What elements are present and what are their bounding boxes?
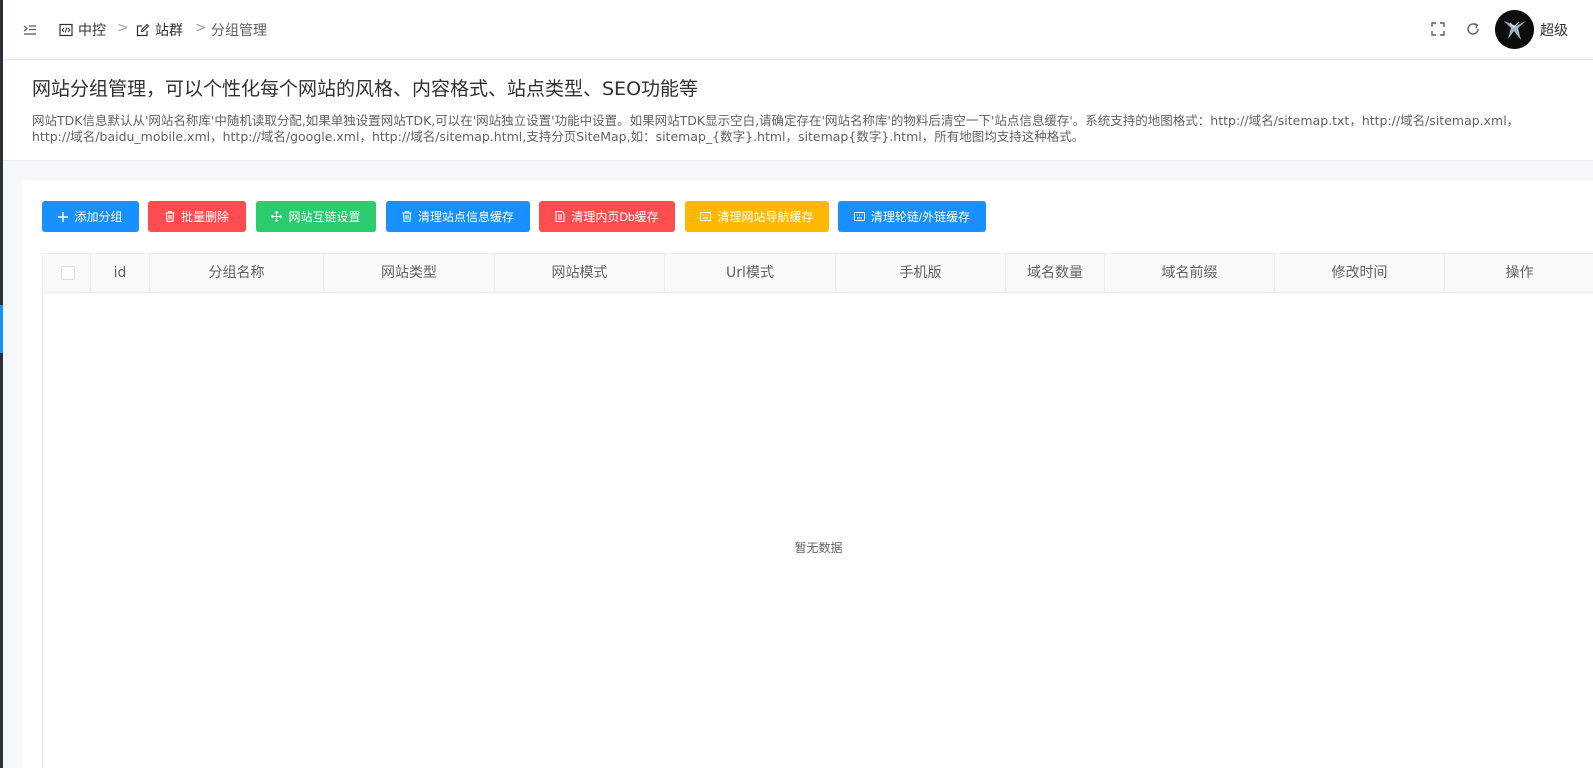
refresh-icon[interactable]: [1465, 21, 1481, 37]
fullscreen-icon[interactable]: [1430, 21, 1446, 37]
trash-icon: [165, 211, 175, 222]
empty-state-text: 暂无数据: [794, 541, 843, 555]
keyboard-icon: [700, 212, 712, 221]
clear-site-cache-button[interactable]: 清理站点信息缓存: [386, 201, 530, 232]
breadcrumb-item-current: 分组管理: [211, 20, 267, 40]
avatar-logo-icon: [1495, 10, 1534, 49]
column-header-mobile[interactable]: 手机版: [836, 254, 1006, 292]
breadcrumb-separator: >: [195, 20, 207, 36]
code-icon: [59, 23, 73, 37]
column-header-site-mode[interactable]: 网站模式: [495, 254, 665, 292]
column-header-group-name[interactable]: 分组名称: [150, 254, 324, 292]
add-group-button[interactable]: 添加分组: [42, 201, 139, 232]
edit-icon: [136, 23, 150, 37]
top-navbar: 中控 > 站群 > 分组管理 超级: [3, 0, 1593, 60]
breadcrumb-label: 分组管理: [211, 23, 267, 39]
column-header-domain-prefix[interactable]: 域名前缀: [1105, 254, 1275, 292]
button-label: 网站互链设置: [288, 210, 361, 224]
clear-link-cache-button[interactable]: 清理轮链/外链缓存: [838, 201, 986, 232]
breadcrumb-item-site-group[interactable]: 站群: [136, 20, 183, 40]
breadcrumb-item-control[interactable]: 中控: [59, 20, 106, 40]
site-links-settings-button[interactable]: 网站互链设置: [256, 201, 376, 232]
document-icon: [555, 211, 565, 222]
clear-db-cache-button[interactable]: 清理内页Db缓存: [539, 201, 675, 232]
batch-delete-button[interactable]: 批量删除: [148, 201, 246, 232]
button-label: 批量删除: [180, 210, 229, 224]
column-header-actions: 操作: [1505, 265, 1534, 281]
breadcrumb-separator: >: [117, 20, 129, 36]
plus-icon: [58, 211, 69, 222]
button-label: 清理网站导航缓存: [717, 210, 814, 224]
group-table: id 分组名称 网站类型 网站模式 Url模式 手机版 域名数量 域名前缀 修改…: [42, 253, 1593, 768]
page-title: 网站分组管理，可以个性化每个网站的风格、内容格式、站点类型、SEO功能等: [32, 78, 699, 100]
button-label: 清理轮链/外链缓存: [870, 210, 971, 224]
trash-icon: [402, 211, 412, 222]
column-header-url-mode[interactable]: Url模式: [665, 254, 836, 292]
move-icon: [271, 211, 283, 222]
column-header-site-type[interactable]: 网站类型: [324, 254, 495, 292]
page-description: 网站TDK信息默认从'网站名称库'中随机读取分配,如果单独设置网站TDK,可以在…: [32, 113, 1520, 144]
clear-nav-cache-button[interactable]: 清理网站导航缓存: [685, 201, 829, 232]
username[interactable]: 超级: [1540, 20, 1568, 40]
select-all-cell: [43, 254, 91, 292]
keyboard-icon: [853, 212, 865, 221]
column-header-modified-time[interactable]: 修改时间: [1275, 254, 1445, 292]
button-label: 清理内页Db缓存: [571, 210, 659, 224]
avatar[interactable]: [1495, 10, 1534, 49]
button-label: 清理站点信息缓存: [417, 210, 514, 224]
sidebar-active-indicator: [0, 305, 3, 353]
button-label: 添加分组: [74, 210, 123, 224]
column-header-id[interactable]: id: [91, 254, 150, 292]
page-header: 网站分组管理，可以个性化每个网站的风格、内容格式、站点类型、SEO功能等 网站T…: [3, 60, 1593, 161]
menu-fold-icon[interactable]: [22, 22, 38, 38]
content-card: 添加分组 批量删除 网站互链设置 清理站点信息缓存 清理内页Db缓存 清理网站导…: [22, 181, 1593, 768]
breadcrumb-label: 中控: [78, 23, 106, 39]
select-all-checkbox[interactable]: [61, 266, 75, 280]
table-header: id 分组名称 网站类型 网站模式 Url模式 手机版 域名数量 域名前缀 修改…: [43, 253, 1593, 293]
breadcrumb-label: 站群: [155, 23, 183, 39]
column-header-domain-count[interactable]: 域名数量: [1006, 254, 1105, 292]
